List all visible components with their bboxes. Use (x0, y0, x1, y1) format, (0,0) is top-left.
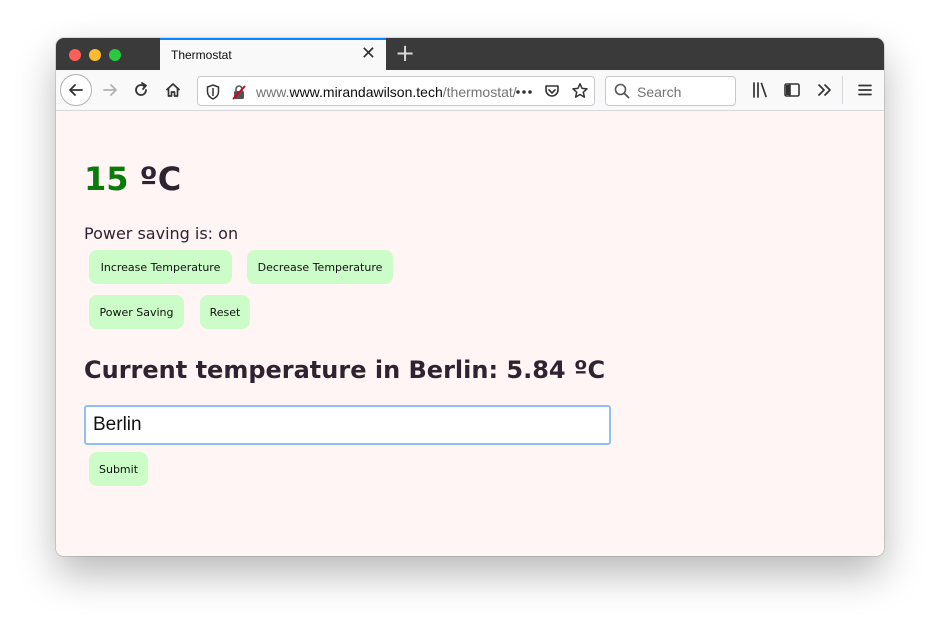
minimize-window-button[interactable] (89, 49, 101, 61)
toolbar-divider (842, 76, 843, 104)
close-tab-icon[interactable]: ✕ (361, 45, 376, 63)
close-window-button[interactable] (69, 49, 81, 61)
overflow-chevron-icon[interactable] (816, 81, 834, 99)
tab-thermostat[interactable]: Thermostat ✕ (160, 38, 386, 70)
power-saving-button[interactable]: Power Saving (89, 295, 184, 329)
reload-button[interactable] (125, 74, 157, 106)
temperature-value: 15 (84, 160, 129, 198)
reload-icon (135, 82, 147, 96)
city-temperature-heading: Current temperature in Berlin: 5.84 ºC (84, 356, 606, 384)
sidebar-icon[interactable] (783, 81, 801, 99)
forward-button[interactable] (94, 74, 126, 106)
library-icon[interactable] (751, 81, 769, 99)
maximize-window-button[interactable] (109, 49, 121, 61)
search-bar[interactable]: Search (605, 76, 736, 106)
back-button[interactable] (60, 74, 92, 106)
url-path: /thermostat/ (442, 84, 517, 100)
search-icon (614, 83, 630, 99)
shield-icon[interactable] (206, 84, 220, 100)
url-text[interactable]: www.www.mirandawilson.tech/thermostat/ (256, 84, 517, 100)
back-arrow-icon (69, 84, 83, 96)
home-button[interactable] (157, 74, 189, 106)
decrease-temperature-button[interactable]: Decrease Temperature (247, 250, 393, 284)
new-tab-icon[interactable]: + (395, 41, 415, 65)
url-host: www.mirandawilson.tech (289, 84, 443, 100)
navigation-toolbar: www.www.mirandawilson.tech/thermostat/ S… (56, 70, 884, 111)
power-saving-status: Power saving is: on (84, 224, 239, 243)
reset-button[interactable]: Reset (200, 295, 250, 329)
browser-window: Thermostat ✕ + www.www.mirandawilson.tec… (56, 38, 884, 556)
temperature-display: 15 ºC (84, 160, 181, 198)
hamburger-menu-icon[interactable] (856, 81, 874, 99)
city-input[interactable] (84, 405, 611, 445)
forward-arrow-icon (103, 84, 117, 96)
insecure-lock-icon[interactable] (231, 84, 247, 100)
bookmark-star-icon[interactable] (571, 82, 589, 100)
page-content: 15 ºC Power saving is: on Increase Tempe… (56, 112, 884, 556)
search-placeholder: Search (637, 84, 682, 100)
submit-button[interactable]: Submit (89, 452, 148, 486)
tab-title: Thermostat (171, 48, 232, 62)
increase-temperature-button[interactable]: Increase Temperature (89, 250, 232, 284)
pocket-icon[interactable] (544, 83, 560, 99)
address-bar[interactable]: www.www.mirandawilson.tech/thermostat/ (197, 76, 595, 106)
tab-bar: Thermostat ✕ + (56, 38, 884, 70)
page-actions-icon[interactable] (515, 89, 533, 95)
home-icon (165, 83, 181, 97)
temperature-unit: ºC (128, 160, 182, 198)
